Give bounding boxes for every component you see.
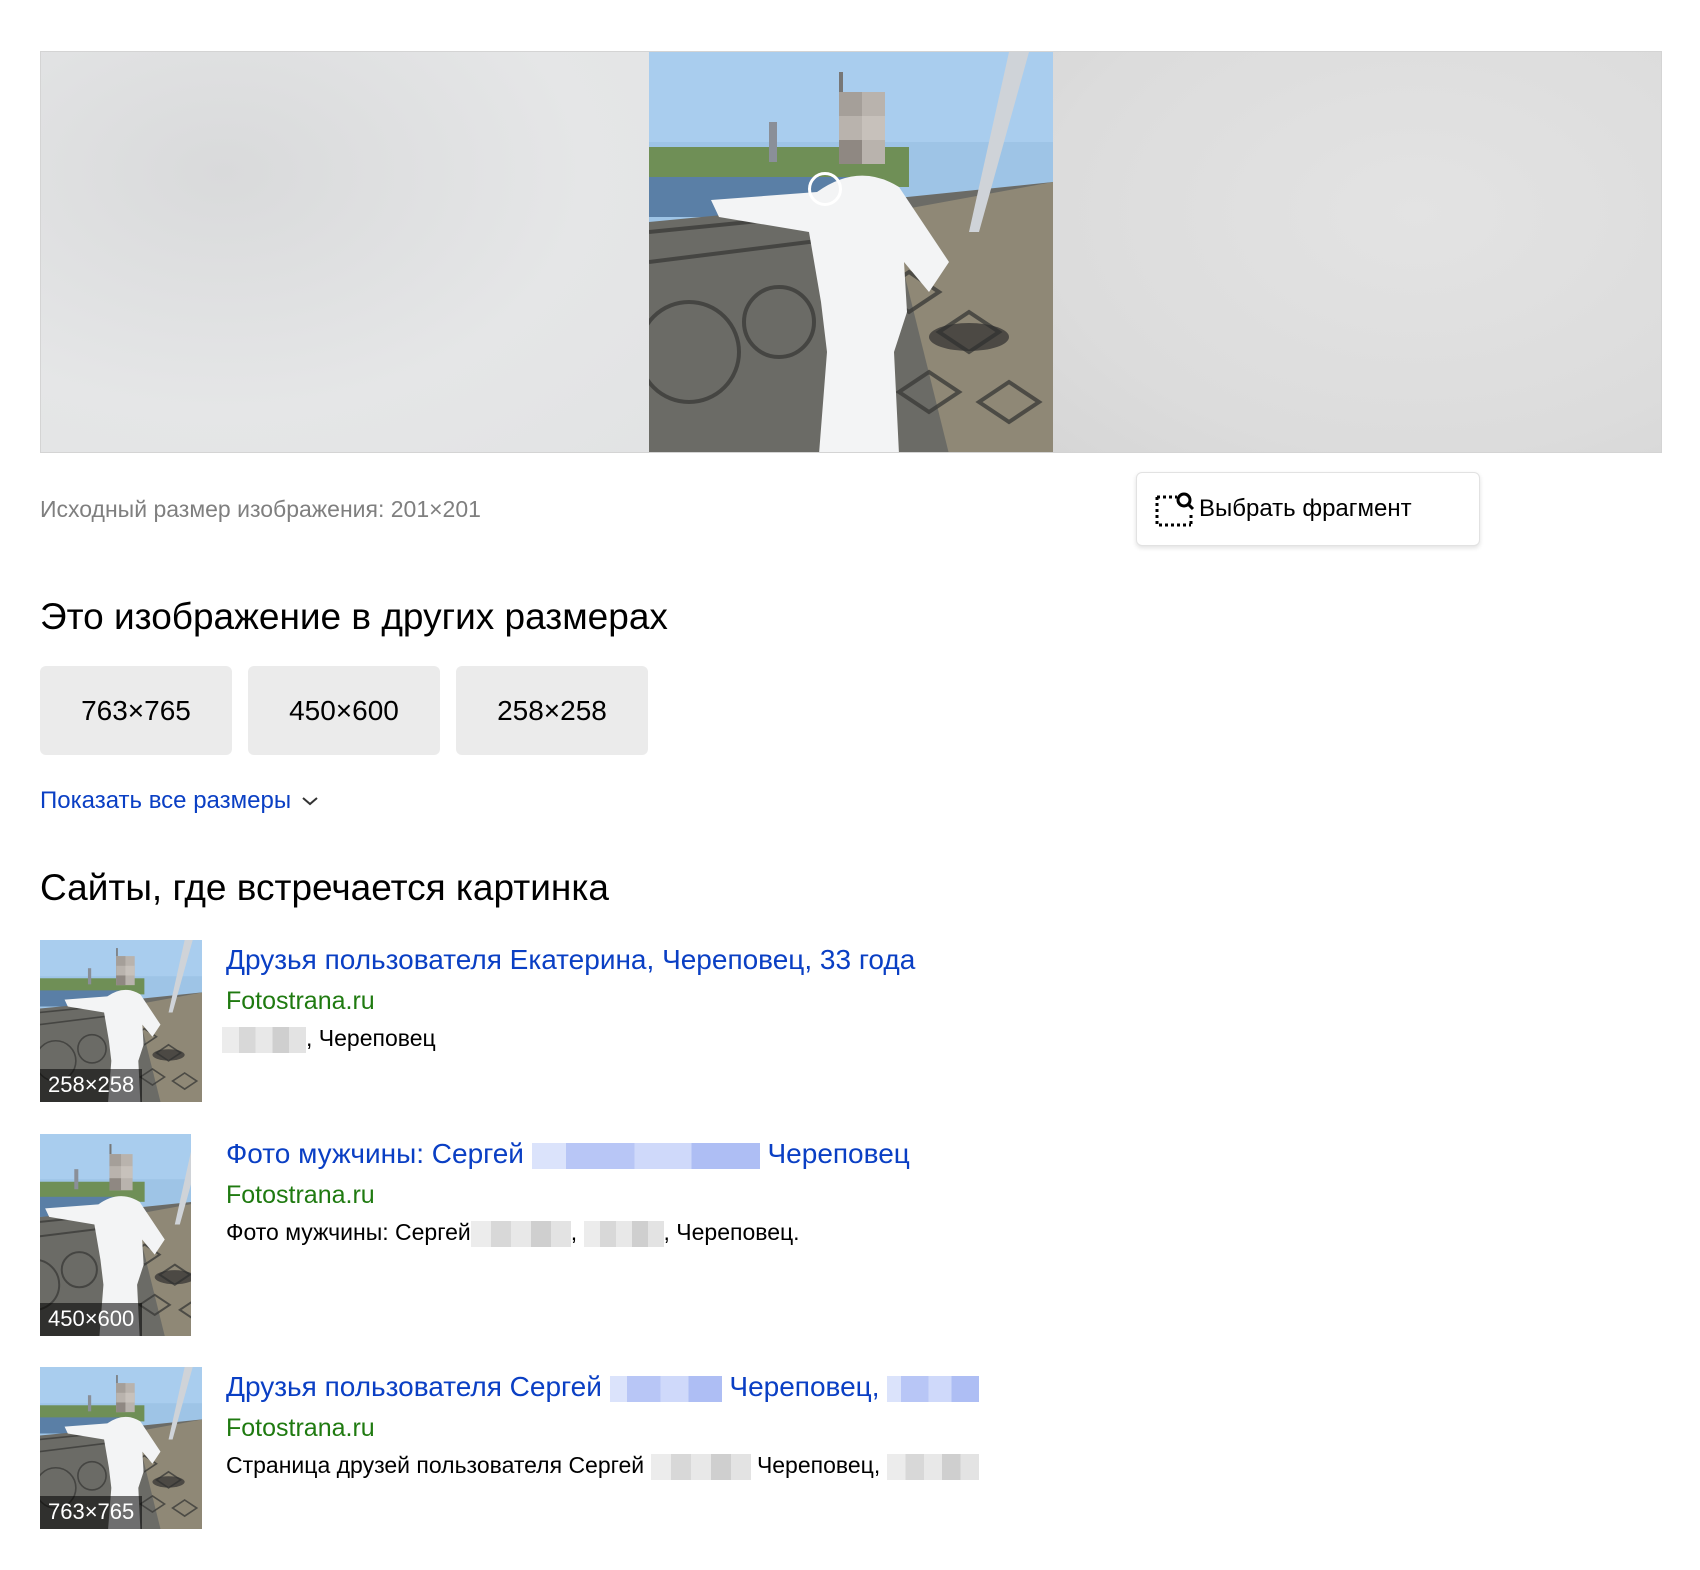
size-chip[interactable]: 258×258: [456, 666, 648, 755]
pixelated-text: [887, 1375, 980, 1402]
result-description-text: Страница друзей пользователя Сергей: [226, 1452, 645, 1478]
result-title-part: Друзья пользователя Сергей: [226, 1371, 602, 1402]
pixelated-text: [222, 1026, 306, 1053]
result-thumbnail[interactable]: 450×600: [40, 1134, 191, 1336]
result-description-text: ,: [570, 1219, 578, 1245]
select-fragment-button[interactable]: Выбрать фрагмент: [1136, 472, 1480, 546]
result-title-link[interactable]: Друзья пользователя Екатерина, Череповец…: [226, 944, 915, 976]
preview-blur-right: [1049, 52, 1661, 452]
result-title-part: Череповец: [767, 1138, 910, 1169]
thumbnail-size-label: 763×765: [40, 1496, 143, 1529]
size-chip[interactable]: 450×600: [248, 666, 440, 755]
pixelated-text: [470, 1220, 571, 1247]
result-description: Фото мужчины: Сергей, , Череповец.: [226, 1219, 800, 1247]
result-domain-link[interactable]: Fotostrana.ru: [226, 987, 375, 1016]
chevron-down-icon: [302, 797, 318, 806]
image-preview: [40, 51, 1662, 453]
result-domain-link[interactable]: Fotostrana.ru: [226, 1181, 375, 1210]
other-sizes-heading: Это изображение в других размерах: [40, 596, 668, 637]
result-title-link[interactable]: Фото мужчины: Сергей Череповец: [226, 1138, 910, 1170]
focus-point-icon[interactable]: [808, 172, 842, 206]
thumbnail-size-label: 258×258: [40, 1069, 143, 1102]
result-description: Страница друзей пользователя Сергей Чере…: [226, 1452, 979, 1480]
preview-photo: [649, 52, 1053, 453]
site-result: 763×765 Друзья пользователя Сергей Череп…: [40, 1367, 1140, 1529]
result-description-text: , Череповец: [306, 1025, 436, 1051]
size-chips: 763×765 450×600 258×258: [40, 666, 648, 755]
result-description-text: Фото мужчины: Сергей: [226, 1219, 471, 1245]
select-fragment-label: Выбрать фрагмент: [1199, 495, 1412, 522]
crop-search-icon: [1155, 492, 1195, 527]
result-description-text: Череповец,: [756, 1452, 881, 1478]
result-description-text: , Череповец.: [663, 1219, 800, 1245]
show-all-sizes-label: Показать все размеры: [40, 787, 292, 814]
original-size-text: Исходный размер изображения: 201×201: [40, 496, 481, 522]
thumbnail-size-label: 450×600: [40, 1303, 143, 1336]
site-result: 450×600 Фото мужчины: Сергей Череповец F…: [40, 1134, 1140, 1336]
site-result: 258×258 Друзья пользователя Екатерина, Ч…: [40, 940, 1140, 1102]
pixelated-text: [886, 1453, 979, 1480]
pixelated-text: [583, 1220, 664, 1247]
pixelated-text: [650, 1453, 751, 1480]
sites-heading: Сайты, где встречается картинка: [40, 867, 609, 908]
size-chip[interactable]: 763×765: [40, 666, 232, 755]
result-title-part: Череповец,: [729, 1371, 880, 1402]
show-all-sizes-link[interactable]: Показать все размеры: [40, 787, 319, 815]
result-description: , Череповец: [222, 1025, 436, 1053]
pixelated-text: [609, 1375, 722, 1402]
preview-blur-left: [41, 52, 649, 452]
result-title-link[interactable]: Друзья пользователя Сергей Череповец,: [226, 1371, 980, 1403]
result-thumbnail[interactable]: 763×765: [40, 1367, 202, 1529]
pixelated-text: [531, 1142, 760, 1169]
result-title-part: Фото мужчины: Сергей: [226, 1138, 524, 1169]
result-thumbnail[interactable]: 258×258: [40, 940, 202, 1102]
result-domain-link[interactable]: Fotostrana.ru: [226, 1414, 375, 1443]
